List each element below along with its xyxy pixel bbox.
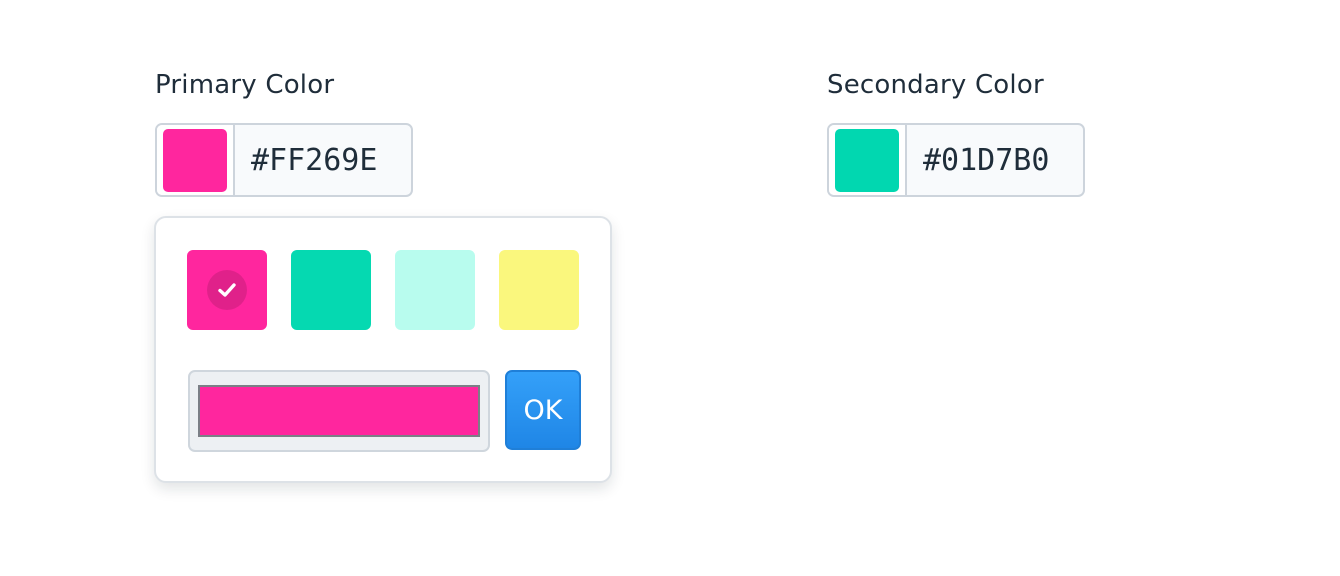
secondary-color-input[interactable]: #01D7B0: [827, 123, 1085, 197]
selected-badge: [207, 270, 247, 310]
color-picker-popover: OK: [154, 216, 612, 483]
preset-swatch-mint[interactable]: [395, 250, 475, 330]
ok-button[interactable]: OK: [505, 370, 581, 450]
check-icon: [218, 283, 236, 297]
preset-swatch-teal[interactable]: [291, 250, 371, 330]
secondary-swatch-button[interactable]: [829, 125, 907, 195]
primary-swatch-button[interactable]: [157, 125, 235, 195]
native-color-bar: [198, 385, 480, 437]
preset-swatch-pink[interactable]: [187, 250, 267, 330]
primary-color-label: Primary Color: [155, 70, 335, 100]
secondary-color-label: Secondary Color: [827, 70, 1044, 100]
preset-swatch-yellow[interactable]: [499, 250, 579, 330]
primary-color-input[interactable]: #FF269E: [155, 123, 413, 197]
primary-color-swatch: [163, 128, 227, 192]
primary-hex-value[interactable]: #FF269E: [235, 125, 411, 195]
native-color-input[interactable]: [188, 370, 490, 452]
secondary-color-swatch: [835, 128, 899, 192]
secondary-hex-value[interactable]: #01D7B0: [907, 125, 1083, 195]
